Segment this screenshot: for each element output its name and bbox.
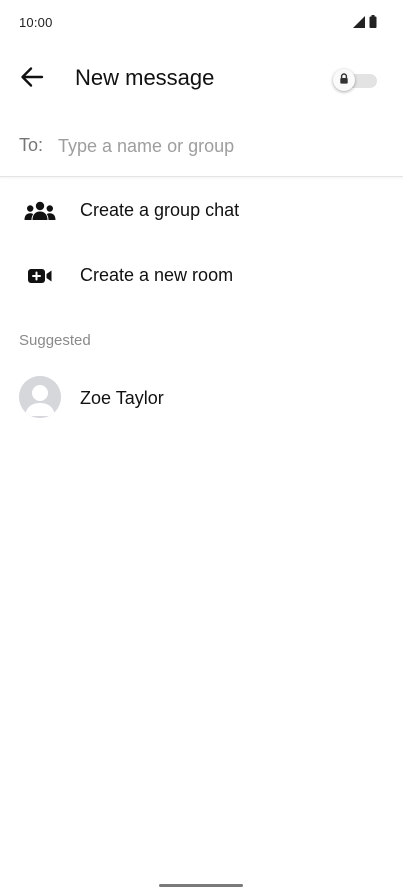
lock-icon [339,71,349,89]
status-bar: 10:00 [0,0,403,44]
signal-icon [353,15,365,33]
video-add-icon [22,263,58,289]
group-icon [22,198,58,224]
page-title: New message [75,65,215,90]
back-arrow-icon [20,66,44,93]
back-button[interactable] [14,65,50,93]
status-time: 10:00 [19,15,53,30]
create-group-chat-button[interactable]: Create a group chat [0,180,403,242]
home-indicator[interactable] [159,884,243,887]
contact-name: Zoe Taylor [80,388,164,408]
create-group-chat-label: Create a group chat [80,200,240,220]
create-new-room-label: Create a new room [80,265,234,285]
toggle-thumb [333,69,355,91]
battery-icon [369,15,377,33]
recipient-row: To: [0,118,403,177]
suggested-header: Suggested [19,332,91,349]
recipient-search-input[interactable] [58,132,378,160]
avatar [19,376,61,418]
contact-list-item[interactable]: Zoe Taylor [0,370,403,426]
status-icons [353,15,377,33]
create-new-room-button[interactable]: Create a new room [0,245,403,307]
to-label: To: [19,135,44,155]
secret-conversation-toggle[interactable] [331,69,379,91]
app-bar: New message [0,50,403,108]
